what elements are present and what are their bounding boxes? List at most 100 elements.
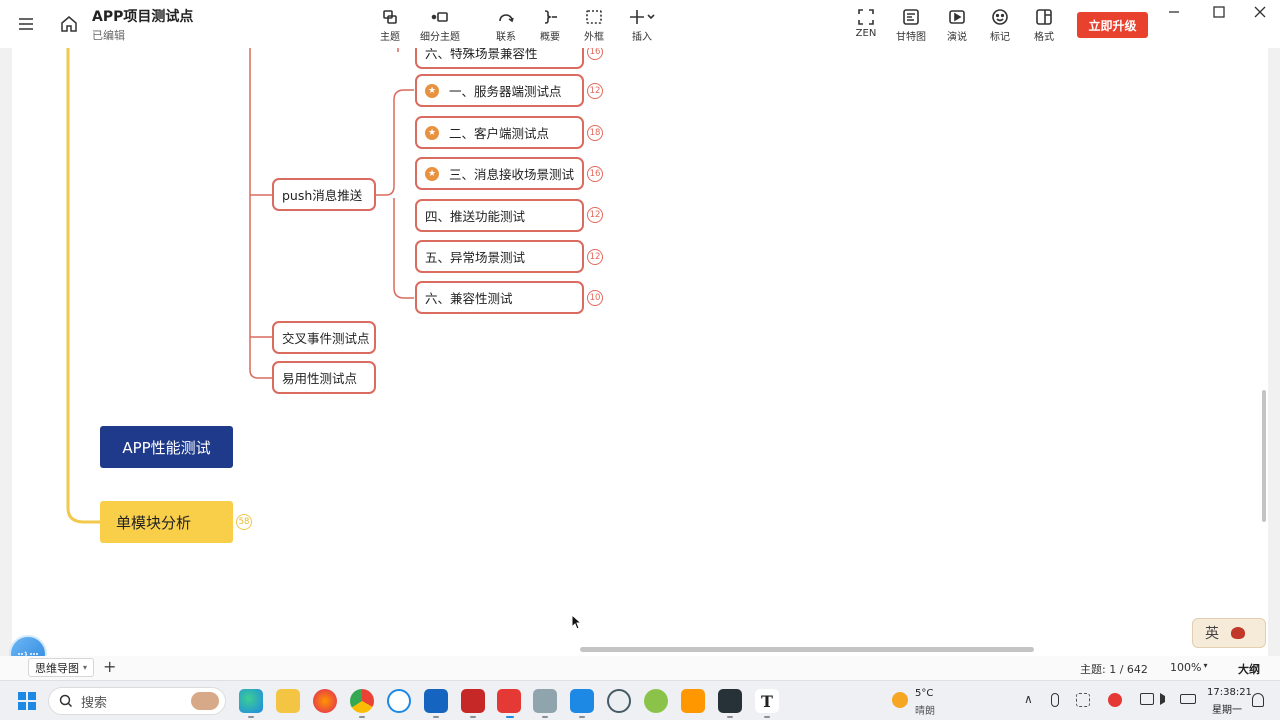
insert-button[interactable]: 插入 <box>624 6 660 46</box>
zen-button[interactable]: ZEN <box>852 6 880 46</box>
windows-start-icon[interactable] <box>17 691 37 711</box>
child-count-badge[interactable]: 18 <box>587 125 603 141</box>
topic-counter: 主题: 1 / 642 <box>1080 663 1148 676</box>
running-indicator <box>764 716 770 718</box>
boundary-label: 外框 <box>584 32 604 43</box>
performance-topic-node[interactable]: APP性能测试 <box>100 426 233 468</box>
horizontal-scrollbar[interactable] <box>580 647 1034 652</box>
mindmap-canvas[interactable]: 六、特殊场景兼容性 16 push消息推送 ★ 一、服务器端测试点 12 ★ 二… <box>12 48 1268 656</box>
weather-description[interactable]: 晴朗 <box>915 702 935 717</box>
child-count-badge[interactable]: 58 <box>236 514 252 530</box>
subtopic-node[interactable]: 六、兼容性测试 <box>415 281 584 314</box>
maximize-icon[interactable] <box>1209 2 1229 22</box>
vertical-scrollbar[interactable] <box>1262 390 1266 522</box>
topic-node[interactable]: 交叉事件测试点 <box>272 321 376 354</box>
typora-icon[interactable]: T <box>755 689 779 713</box>
topic-label: 五、异常场景测试 <box>425 250 526 265</box>
topic-button[interactable]: 主题 <box>374 6 406 46</box>
bottom-status-bar: 思维导图 ▾ + 主题: 1 / 642 100% ▾ 大纲 <box>0 656 1280 680</box>
edge-browser-icon[interactable] <box>239 689 263 713</box>
file-explorer-icon[interactable] <box>276 689 300 713</box>
tray-chevron-up-icon[interactable]: ∧ <box>1024 692 1033 706</box>
home-icon[interactable] <box>59 14 79 34</box>
boundary-icon <box>585 6 603 28</box>
taskbar-search-box[interactable]: 搜索 <box>48 687 226 715</box>
child-count-badge[interactable]: 12 <box>587 249 603 265</box>
ime-indicator[interactable]: 英 <box>1192 618 1266 648</box>
subtopic-node[interactable]: 五、异常场景测试 <box>415 240 584 273</box>
weather-temperature[interactable]: 5°C <box>915 688 933 699</box>
insert-label: 插入 <box>632 32 652 43</box>
document-title[interactable]: APP项目测试点 <box>92 6 193 26</box>
topic-node[interactable]: 易用性测试点 <box>272 361 376 394</box>
clock-app-icon[interactable] <box>607 689 631 713</box>
marker-icon <box>991 6 1009 28</box>
subtopic-node[interactable]: 四、推送功能测试 <box>415 199 584 232</box>
ime-mascot-icon <box>1231 627 1245 639</box>
outline-button[interactable]: 大纲 <box>1238 661 1260 677</box>
zoom-value: 100% <box>1170 661 1202 674</box>
subtopic-node[interactable]: ★ 三、消息接收场景测试 <box>415 157 584 190</box>
notes-app-icon[interactable] <box>533 689 557 713</box>
topic-label: 一、服务器端测试点 <box>449 84 562 99</box>
battery-icon[interactable] <box>1180 694 1196 704</box>
tray-app-icon[interactable] <box>1076 693 1090 707</box>
close-icon[interactable] <box>1250 2 1270 22</box>
module-topic-node[interactable]: 单模块分析 <box>100 501 233 543</box>
notification-bell-icon[interactable] <box>1252 693 1264 707</box>
display-icon[interactable] <box>1140 693 1154 705</box>
terminal-icon[interactable] <box>718 689 742 713</box>
child-count-badge[interactable]: 16 <box>587 166 603 182</box>
child-count-badge[interactable]: 12 <box>587 83 603 99</box>
media-app-icon[interactable] <box>644 689 668 713</box>
summary-button[interactable]: 概要 <box>534 6 566 46</box>
zoom-control[interactable]: 100% ▾ <box>1170 661 1207 674</box>
chevron-down-icon: ▾ <box>83 663 88 672</box>
subtopic-node[interactable]: ★ 二、客户端测试点 <box>415 116 584 149</box>
chart-app-icon[interactable] <box>570 689 594 713</box>
sheet-tab[interactable]: 思维导图 ▾ <box>28 658 95 677</box>
subtopic-button[interactable]: 细分主题 <box>416 6 464 46</box>
child-count-badge[interactable]: 12 <box>587 207 603 223</box>
menu-icon[interactable] <box>16 14 36 34</box>
firefox-icon[interactable] <box>313 689 337 713</box>
subtopic-node[interactable]: ★ 一、服务器端测试点 <box>415 74 584 107</box>
xmind-app-icon[interactable] <box>497 689 521 713</box>
sun-icon[interactable] <box>892 692 908 708</box>
marker-button[interactable]: 标记 <box>987 6 1013 46</box>
relationship-button[interactable]: 联系 <box>490 6 522 46</box>
antivirus-icon[interactable] <box>1108 693 1122 707</box>
mouse-cursor-icon <box>571 614 583 630</box>
pdf-app-icon[interactable] <box>461 689 485 713</box>
chrome-icon[interactable] <box>350 689 374 713</box>
child-count-badge[interactable]: 10 <box>587 290 603 306</box>
upgrade-button[interactable]: 立即升级 <box>1077 12 1148 38</box>
topic-node[interactable]: 六、特殊场景兼容性 <box>415 48 584 69</box>
pitch-button[interactable]: 演说 <box>944 6 970 46</box>
star-icon: ★ <box>425 166 439 181</box>
summary-icon <box>541 6 559 28</box>
format-button[interactable]: 格式 <box>1031 6 1057 46</box>
topic-label: 二、客户端测试点 <box>449 126 550 141</box>
add-sheet-icon[interactable]: + <box>103 657 116 676</box>
messaging-app-icon[interactable] <box>424 689 448 713</box>
boundary-button[interactable]: 外框 <box>578 6 610 46</box>
minimize-icon[interactable] <box>1164 2 1184 22</box>
microphone-icon[interactable] <box>1051 693 1059 707</box>
push-topic-node[interactable]: push消息推送 <box>272 178 376 211</box>
gantt-button[interactable]: 甘特图 <box>894 6 928 46</box>
clock-time[interactable]: 17:38:21 <box>1207 687 1252 698</box>
running-indicator <box>470 716 476 718</box>
running-indicator <box>542 716 548 718</box>
topic-label: 易用性测试点 <box>282 371 358 386</box>
relationship-label: 联系 <box>496 32 516 43</box>
running-indicator <box>727 716 733 718</box>
chevron-down-icon: ▾ <box>1203 661 1208 670</box>
relationship-icon <box>497 6 515 28</box>
star-icon: ★ <box>425 125 439 140</box>
speaker-icon[interactable] <box>1160 693 1172 705</box>
zen-icon <box>857 6 875 28</box>
browser-app-icon[interactable] <box>387 689 411 713</box>
editor-app-icon[interactable] <box>681 689 705 713</box>
clock-day[interactable]: 星期一 <box>1207 701 1247 716</box>
